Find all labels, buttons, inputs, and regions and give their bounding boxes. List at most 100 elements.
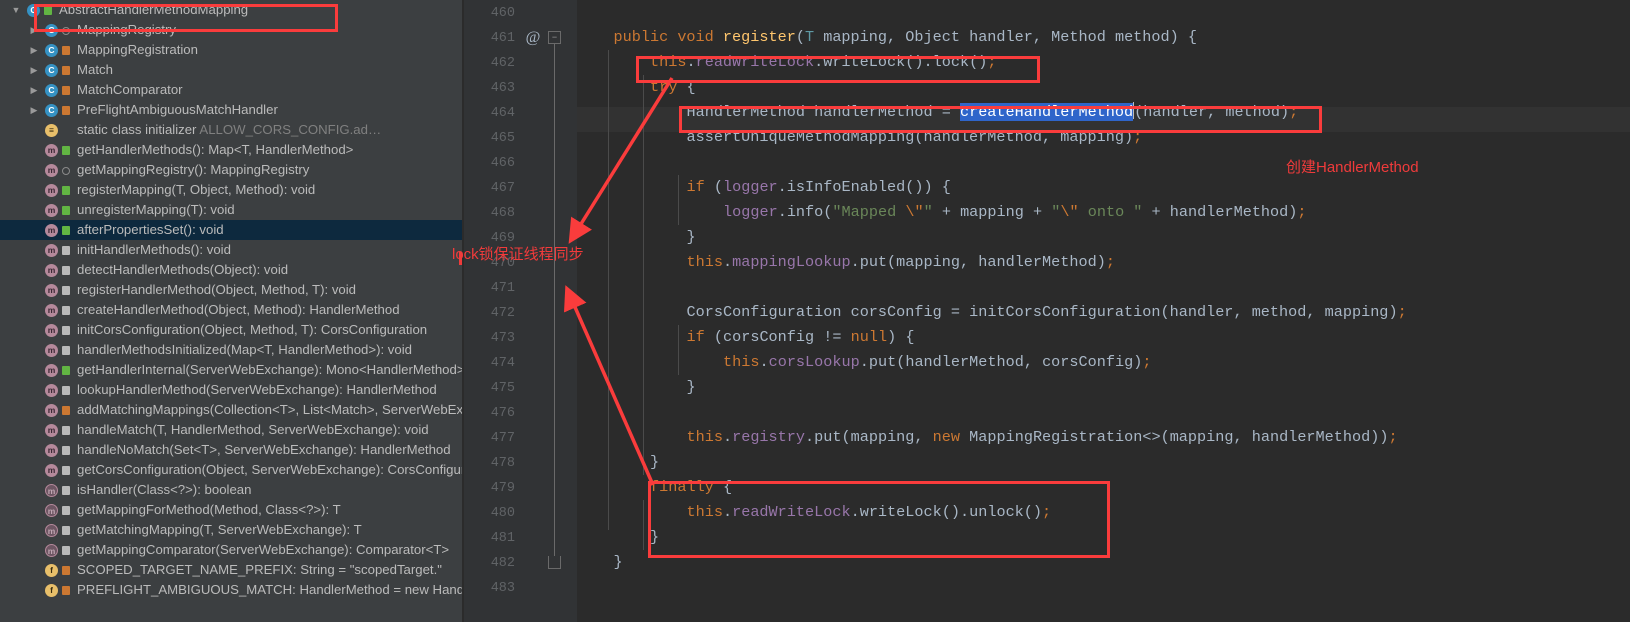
code-line[interactable]: } — [577, 450, 659, 475]
code-line[interactable]: logger.info("Mapped \"" + mapping + "\" … — [577, 200, 1307, 225]
selected-token[interactable]: createHandlerMethod — [959, 103, 1134, 121]
structure-tree-item[interactable]: m getHandlerInternal(ServerWebExchange): … — [0, 360, 462, 380]
method-icon-glyph: m — [45, 324, 58, 337]
structure-tool-window[interactable]: ▼ C AbstractHandlerMethodMapping ▶ C MappingR… — [0, 0, 462, 622]
structure-tree-item-label: unregisterMapping(T): void — [77, 202, 235, 217]
structure-tree-item[interactable]: m getHandlerMethods(): Map<T, HandlerMeth… — [0, 140, 462, 160]
chevron-right-icon[interactable]: ▶ — [28, 100, 40, 120]
initializer-icon-glyph: ≡ — [45, 124, 58, 137]
method-icon-glyph: m — [45, 144, 58, 157]
code-line[interactable]: HandlerMethod handlerMethod = createHand… — [577, 100, 1298, 125]
structure-tree-item[interactable]: m addMatchingMappings(Collection<T>, List… — [0, 400, 462, 420]
line-number: 479 — [490, 481, 515, 496]
structure-tree-item[interactable]: m getMappingForMethod(Method, Class<?>): … — [0, 500, 462, 520]
code-line[interactable]: this.readWriteLock.writeLock().unlock(); — [577, 500, 1052, 525]
structure-tree-item[interactable]: m handlerMethodsInitialized(Map<T, Handle… — [0, 340, 462, 360]
structure-tree-item[interactable]: m getMappingRegistry(): MappingRegistry — [0, 160, 462, 180]
structure-tree-item[interactable]: ▶ C MappingRegistration — [0, 40, 462, 60]
line-number: 480 — [490, 506, 515, 521]
code-line[interactable]: } — [577, 550, 623, 575]
code-line[interactable]: CorsConfiguration corsConfig = initCorsC… — [577, 300, 1407, 325]
structure-tree-item[interactable]: f PREFLIGHT_AMBIGUOUS_MATCH: HandlerMetho… — [0, 580, 462, 600]
field-icon-glyph: f — [45, 564, 58, 577]
modifier-badge — [62, 546, 70, 555]
code-line[interactable]: this.mappingLookup.put(mapping, handlerM… — [577, 250, 1115, 275]
method-icon-glyph: m — [45, 284, 58, 297]
method-icon: m — [44, 200, 59, 220]
structure-tree-item-label: getMappingComparator(ServerWebExchange):… — [77, 542, 450, 557]
structure-tree-item-label: isHandler(Class<?>): boolean — [77, 482, 252, 497]
fold-collapse-icon[interactable]: − — [548, 31, 561, 44]
class-icon: C — [44, 20, 59, 40]
structure-tree-item-label: registerMapping(T, Object, Method): void — [77, 182, 316, 197]
line-number: 475 — [490, 381, 515, 396]
structure-tree-item[interactable]: m createHandlerMethod(Object, Method): Ha… — [0, 300, 462, 320]
modifier-badge — [62, 146, 70, 155]
structure-tree-item[interactable]: m initCorsConfiguration(Object, Method, T… — [0, 320, 462, 340]
code-line[interactable]: if (corsConfig != null) { — [577, 325, 915, 350]
code-line[interactable]: if (logger.isInfoEnabled()) { — [577, 175, 951, 200]
line-number: 460 — [490, 6, 515, 21]
structure-tree-item[interactable]: ▶ C MatchComparator — [0, 80, 462, 100]
fold-region-end-icon[interactable] — [548, 556, 561, 569]
chevron-right-icon[interactable]: ▶ — [28, 80, 40, 100]
chevron-right-icon[interactable]: ▶ — [28, 40, 40, 60]
structure-tree-item[interactable]: m registerHandlerMethod(Object, Method, T… — [0, 280, 462, 300]
line-number: 465 — [490, 131, 515, 146]
code-line[interactable]: finally { — [577, 475, 732, 500]
code-line[interactable]: public void register(T mapping, Object h… — [577, 25, 1198, 50]
protected-marker-icon — [61, 460, 74, 480]
structure-tree-item[interactable]: ▶ C PreFlightAmbiguousMatchHandler — [0, 100, 462, 120]
override-annotation-icon[interactable]: @ — [522, 25, 544, 50]
editor-gutter[interactable]: 460 461 462 463 464 465 466 467 468 469 470 471 472 4… — [462, 0, 577, 622]
structure-tree-item[interactable]: m initHandlerMethods(): void — [0, 240, 462, 260]
method-icon: m — [44, 240, 59, 260]
method-icon-glyph: m — [45, 184, 58, 197]
chevron-down-icon[interactable]: ▼ — [10, 0, 22, 20]
structure-tree-item[interactable]: m registerMapping(T, Object, Method): voi… — [0, 180, 462, 200]
line-number: 477 — [490, 431, 515, 446]
line-number: 468 — [490, 206, 515, 221]
code-line[interactable]: this.readWriteLock.writeLock().lock(); — [577, 50, 996, 75]
structure-tree-item[interactable]: m detectHandlerMethods(Object): void — [0, 260, 462, 280]
structure-tree-item[interactable]: ▶ C Match — [0, 60, 462, 80]
initializer-icon: ≡ — [44, 120, 59, 140]
structure-tree-item[interactable]: m unregisterMapping(T): void — [0, 200, 462, 220]
structure-tree-item[interactable]: m getCorsConfiguration(Object, ServerWebE… — [0, 460, 462, 480]
code-line[interactable]: this.corsLookup.put(handlerMethod, corsC… — [577, 350, 1151, 375]
structure-tree-item[interactable]: m lookupHandlerMethod(ServerWebExchange):… — [0, 380, 462, 400]
modifier-badge — [44, 6, 52, 15]
indent-guide — [678, 175, 679, 225]
code-line[interactable]: assertUniqueMethodMapping(handlerMethod,… — [577, 125, 1143, 150]
code-line[interactable]: } — [577, 375, 696, 400]
structure-tree-item[interactable]: m afterPropertiesSet(): void — [0, 220, 462, 240]
code-line[interactable]: this.registry.put(mapping, new MappingRe… — [577, 425, 1398, 450]
chevron-right-icon[interactable]: ▶ — [28, 20, 40, 40]
method-icon: m — [44, 300, 59, 320]
code-editor[interactable]: 460 461 462 463 464 465 466 467 468 469 470 471 472 4… — [462, 0, 1630, 622]
code-line[interactable]: } — [577, 525, 659, 550]
structure-tree-item-label: MappingRegistration — [77, 42, 198, 57]
method-icon-glyph: m — [45, 344, 58, 357]
code-text-area[interactable]: public void register(T mapping, Object h… — [577, 0, 1630, 622]
class-icon: C — [44, 80, 59, 100]
structure-tree-item[interactable]: m handleNoMatch(Set<T>, ServerWebExchange… — [0, 440, 462, 460]
method-icon-glyph: m — [45, 244, 58, 257]
structure-tree-item[interactable]: ▼ C AbstractHandlerMethodMapping — [0, 0, 462, 20]
class-icon: C — [44, 100, 59, 120]
structure-tree-item[interactable]: m handleMatch(T, HandlerMethod, ServerWeb… — [0, 420, 462, 440]
method-icon: m — [44, 160, 59, 180]
structure-tree-item[interactable]: m getMatchingMapping(T, ServerWebExchange… — [0, 520, 462, 540]
structure-tree-item-label: handleNoMatch(Set<T>, ServerWebExchange)… — [77, 442, 451, 457]
protected-marker-icon — [61, 340, 74, 360]
structure-tree-item[interactable]: m getMappingComparator(ServerWebExchange)… — [0, 540, 462, 560]
structure-tree-item[interactable]: f SCOPED_TARGET_NAME_PREFIX: String = "sc… — [0, 560, 462, 580]
structure-tree-item[interactable]: ≡ static class initializer ALLOW_CORS_CON… — [0, 120, 462, 140]
chevron-right-icon[interactable]: ▶ — [28, 60, 40, 80]
structure-tree-item-label: getHandlerInternal(ServerWebExchange): M… — [77, 362, 462, 377]
structure-tree-item[interactable]: ▶ C MappingRegistry — [0, 20, 462, 40]
code-line[interactable]: } — [577, 225, 696, 250]
code-line[interactable]: try { — [577, 75, 696, 100]
line-number: 481 — [490, 531, 515, 546]
structure-tree-item[interactable]: m isHandler(Class<?>): boolean — [0, 480, 462, 500]
